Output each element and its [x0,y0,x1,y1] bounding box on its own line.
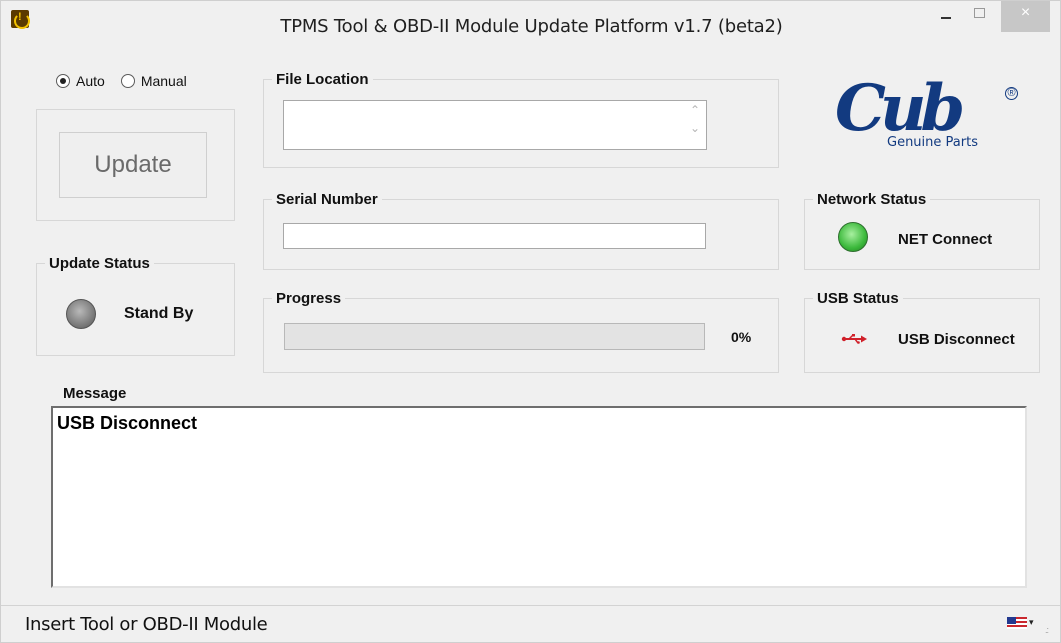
file-location-scroll-arrows-icon[interactable] [690,103,700,141]
manual-radio-label[interactable]: Manual [141,73,187,89]
manual-radio[interactable] [120,74,135,88]
auto-radio-label[interactable]: Auto [76,73,105,89]
network-status-text: NET Connect [898,231,993,248]
message-text: USB Disconnect [57,413,198,433]
message-textbox[interactable]: USB Disconnect [51,406,1027,588]
maximize-button[interactable] [965,1,993,32]
network-status-led-icon [838,222,868,252]
us-flag-icon[interactable] [1007,617,1027,629]
usb-status-text: USB Disconnect [898,331,1015,348]
file-location-legend: File Location [272,72,373,88]
minimize-button[interactable] [932,1,960,32]
window-title: TPMS Tool & OBD-II Module Update Platfor… [280,16,783,37]
logo-tagline: Genuine Parts [887,135,978,150]
message-legend: Message [59,386,131,402]
status-bar-text: Insert Tool or OBD-II Module [25,614,268,635]
update-status-text: Stand By [124,305,194,322]
close-button[interactable]: × [1001,1,1050,32]
usb-icon [841,334,867,344]
main-window: TPMS Tool & OBD-II Module Update Platfor… [0,0,1061,643]
title-bar: TPMS Tool & OBD-II Module Update Platfor… [1,1,1060,45]
progress-bar [284,323,705,350]
serial-number-input[interactable] [283,223,706,249]
language-dropdown-caret-icon[interactable]: ▾ [1029,617,1034,628]
logo-registered-mark: ® [1005,87,1018,100]
progress-percent: 0% [731,329,752,345]
mode-selector: Auto Manual [56,73,203,89]
resize-grip-icon[interactable]: .: [1045,625,1049,635]
update-button[interactable]: Update [59,132,207,198]
update-status-legend: Update Status [45,256,154,272]
auto-radio[interactable] [56,74,70,88]
status-bar: Insert Tool or OBD-II Module [1,605,1060,642]
network-status-legend: Network Status [813,192,931,208]
serial-number-legend: Serial Number [272,192,382,208]
progress-legend: Progress [272,291,346,307]
file-location-input[interactable] [283,100,707,150]
update-status-led-icon [66,299,96,329]
cub-logo: Cub ® Genuine Parts [831,71,1031,161]
usb-status-legend: USB Status [813,291,903,307]
